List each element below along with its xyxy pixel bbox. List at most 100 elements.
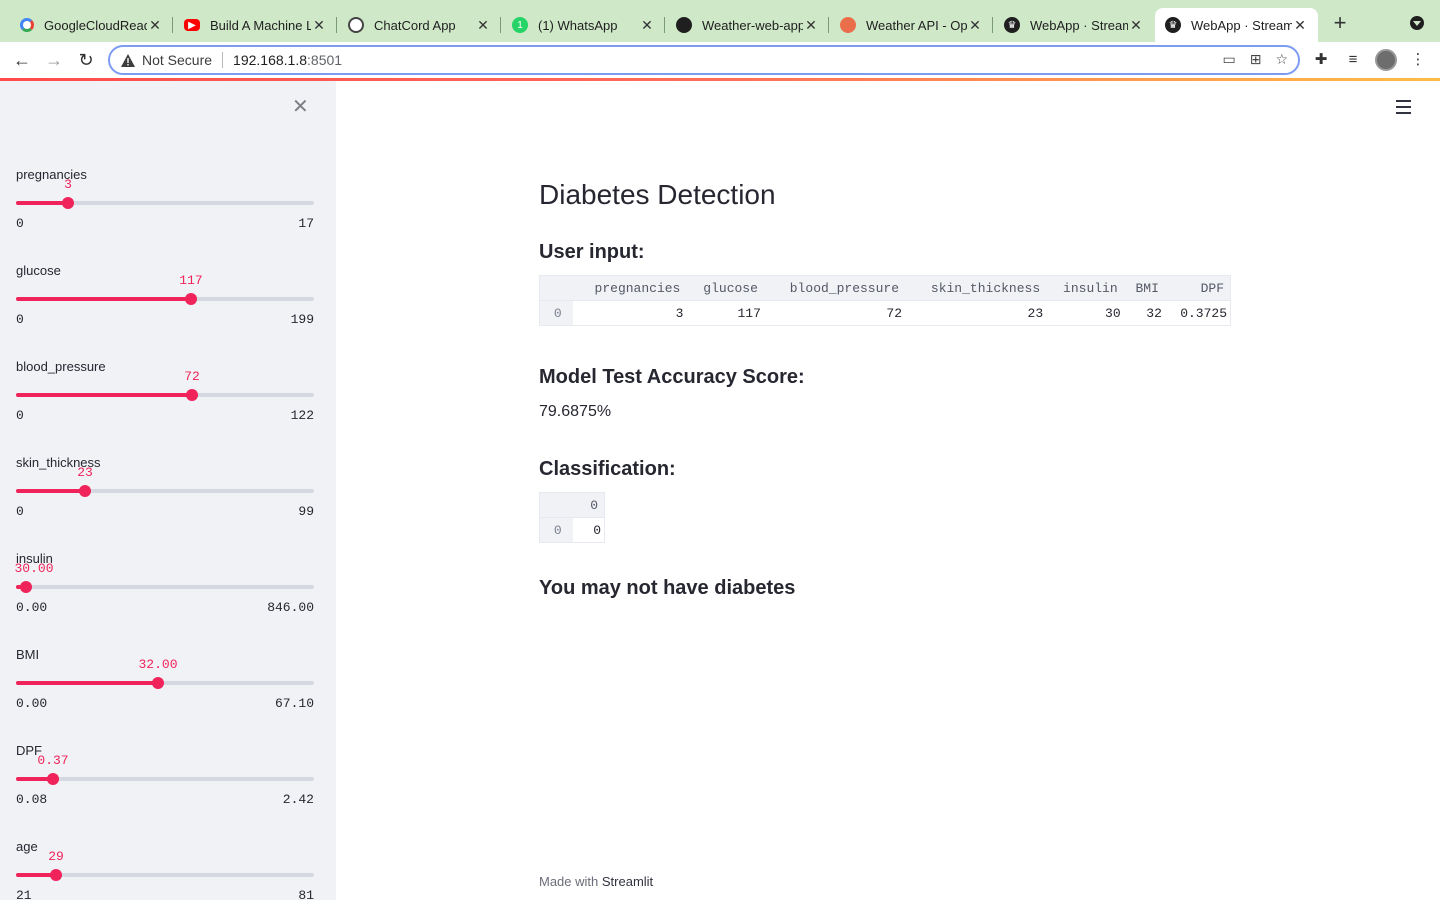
url-text[interactable]: 192.168.1.8:8501 — [233, 52, 342, 68]
globe-icon — [348, 17, 364, 33]
slider-max: 67.10 — [274, 696, 314, 711]
slider-max: 99 — [298, 504, 314, 519]
slider-thumb[interactable] — [186, 389, 198, 401]
column-header: skin_thickness — [905, 275, 1047, 301]
cast-icon[interactable]: ▭ — [1222, 51, 1235, 68]
slider-thumb[interactable] — [79, 485, 91, 497]
slider-max: 81 — [298, 888, 314, 900]
browser-tab[interactable]: 1 (1) WhatsApp ✕ — [502, 8, 665, 42]
close-icon[interactable]: ✕ — [1128, 17, 1144, 34]
slider-max: 846.00 — [267, 600, 314, 615]
slider-track[interactable] — [16, 489, 314, 493]
slider-blood-pressure[interactable]: blood_pressure 72 0 122 — [16, 359, 314, 439]
browser-tab[interactable]: Weather-web-app ✕ — [666, 8, 829, 42]
slider-track[interactable] — [16, 681, 314, 685]
close-icon[interactable]: ✕ — [803, 17, 819, 34]
table-header-row: pregnancies glucose blood_pressure skin_… — [539, 275, 1231, 301]
tab-title: GoogleCloudReady — [44, 17, 147, 33]
browser-tab[interactable]: ChatCord App ✕ — [338, 8, 501, 42]
slider-min: 0.08 — [16, 792, 48, 807]
browser-tab[interactable]: GoogleCloudReady ✕ — [10, 8, 173, 42]
slider-label: BMI — [16, 647, 40, 662]
slider-track[interactable] — [16, 585, 314, 589]
slider-insulin[interactable]: insulin 30.00 0.00 846.00 — [14, 551, 314, 631]
slider-bmi[interactable]: BMI 32.00 0.00 67.10 — [16, 647, 314, 727]
install-app-icon[interactable]: ⊞ — [1250, 51, 1262, 68]
close-icon[interactable]: ✕ — [475, 17, 491, 34]
slider-thumb[interactable] — [20, 581, 32, 593]
accuracy-heading: Model Test Accuracy Score: — [539, 366, 805, 388]
extensions-icon[interactable]: ✚ — [1312, 51, 1330, 69]
browser-tab[interactable]: ▶ Build A Machine Le ✕ — [174, 8, 337, 42]
browser-menu-icon[interactable]: ⋮ — [1409, 51, 1427, 69]
slider-label: glucose — [16, 263, 61, 278]
slider-thumb[interactable] — [62, 197, 74, 209]
new-tab-button[interactable]: + — [1330, 12, 1350, 34]
close-icon[interactable]: ✕ — [147, 17, 163, 34]
close-icon[interactable]: ✕ — [967, 17, 983, 34]
main-menu-icon[interactable] — [1396, 100, 1411, 114]
slider-value: 32.00 — [138, 657, 178, 672]
browser-tab[interactable]: ♛ WebApp · Streamlit ✕ — [994, 8, 1154, 42]
tab-title: (1) WhatsApp — [538, 17, 618, 33]
slider-thumb[interactable] — [185, 293, 197, 305]
address-bar[interactable]: Not Secure 192.168.1.8:8501 ▭ ⊞ ☆ — [108, 45, 1300, 75]
profile-avatar[interactable] — [1375, 49, 1397, 71]
slider-thumb[interactable] — [50, 869, 62, 881]
reload-icon[interactable]: ↻ — [76, 50, 96, 70]
slider-track[interactable] — [16, 297, 314, 301]
browser-tab[interactable]: Weather API - Ope ✕ — [830, 8, 993, 42]
tab-title: Build A Machine Le — [210, 17, 311, 33]
bookmark-star-icon[interactable]: ☆ — [1275, 51, 1288, 68]
user-input-table: pregnancies glucose blood_pressure skin_… — [539, 275, 1231, 326]
column-header: blood_pressure — [763, 275, 906, 301]
slider-fill — [16, 681, 158, 685]
slider-track[interactable] — [16, 777, 314, 781]
slider-thumb[interactable] — [152, 677, 164, 689]
slider-fill — [16, 201, 68, 205]
slider-skin-thickness[interactable]: skin_thickness 23 0 99 — [16, 455, 314, 535]
slider-dpf[interactable]: DPF 0.37 0.08 2.42 — [16, 743, 314, 823]
table-cell: 117 — [686, 300, 764, 326]
tab-title: WebApp · Streamlit — [1191, 17, 1292, 33]
slider-max: 199 — [290, 312, 314, 327]
column-header: insulin — [1046, 275, 1124, 301]
streamlit-icon: ♛ — [1165, 17, 1181, 33]
security-label[interactable]: Not Secure — [142, 52, 212, 68]
slider-min: 0 — [16, 504, 24, 519]
back-icon[interactable]: ← — [12, 50, 32, 70]
slider-track[interactable] — [16, 201, 314, 205]
table-row: 0 3 117 72 23 30 32 0.3725 — [539, 300, 1231, 326]
github-icon — [676, 17, 692, 33]
slider-label: pregnancies — [16, 167, 87, 182]
slider-track[interactable] — [16, 393, 314, 397]
browser-tab-active[interactable]: ♛ WebApp · Streamlit ✕ — [1155, 8, 1318, 42]
streamlit-link[interactable]: Streamlit — [602, 874, 653, 889]
slider-glucose[interactable]: glucose 117 0 199 — [16, 263, 314, 343]
slider-age[interactable]: age 29 21 81 — [16, 839, 314, 900]
forward-icon[interactable]: → — [44, 50, 64, 70]
slider-max: 17 — [298, 216, 314, 231]
whatsapp-icon: 1 — [512, 17, 528, 33]
close-sidebar-icon[interactable]: ✕ — [292, 97, 309, 117]
warning-icon[interactable] — [120, 52, 136, 68]
user-input-heading: User input: — [539, 241, 645, 263]
close-icon[interactable]: ✕ — [311, 17, 327, 34]
google-icon — [20, 18, 34, 32]
row-index: 0 — [539, 517, 573, 543]
close-icon[interactable]: ✕ — [639, 17, 655, 34]
result-text: You may not have diabetes — [539, 577, 796, 599]
table-row: 0 0 — [539, 517, 605, 543]
close-icon[interactable]: ✕ — [1292, 17, 1308, 34]
slider-fill — [16, 393, 192, 397]
tab-search-icon[interactable] — [1410, 16, 1424, 30]
slider-min: 0.00 — [16, 600, 48, 615]
slider-thumb[interactable] — [47, 773, 59, 785]
classification-table: 0 0 0 — [539, 492, 605, 543]
tab-title: Weather-web-app — [702, 17, 803, 33]
row-index: 0 — [539, 300, 573, 326]
media-control-icon[interactable]: ≡ — [1344, 51, 1362, 69]
browser-tab-bar: GoogleCloudReady ✕ ▶ Build A Machine Le … — [0, 0, 1440, 42]
slider-label: age — [16, 839, 38, 854]
slider-pregnancies[interactable]: pregnancies 3 0 17 — [16, 167, 314, 247]
